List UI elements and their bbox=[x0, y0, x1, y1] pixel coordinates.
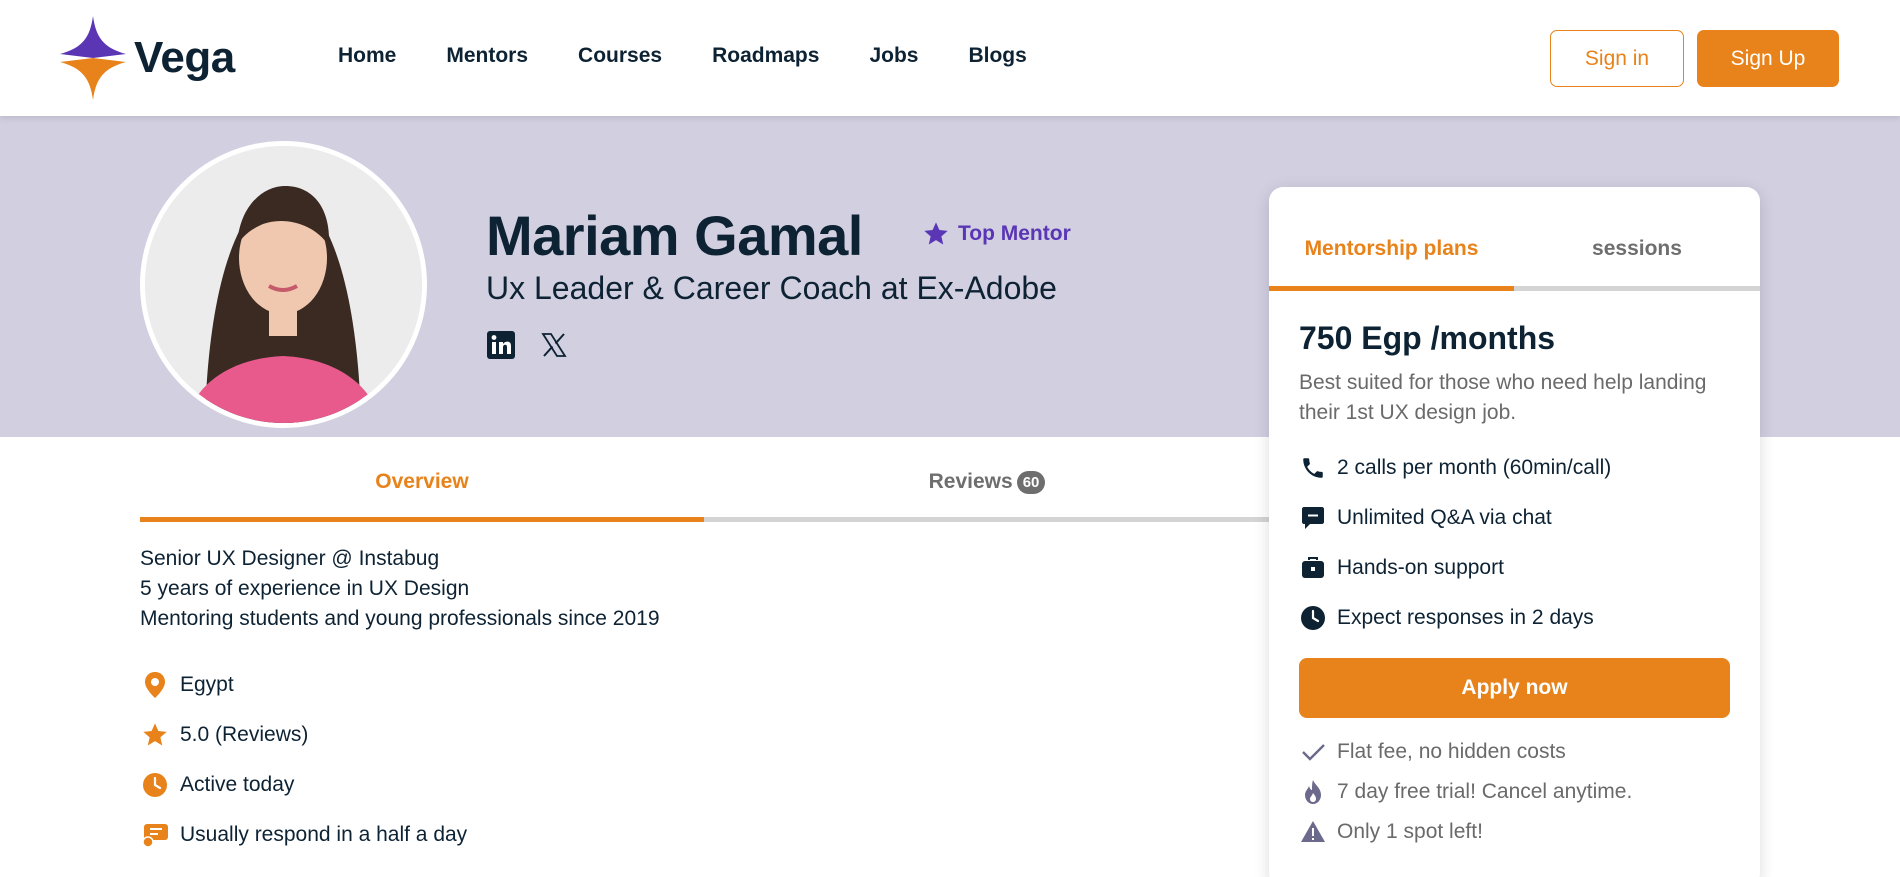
feature-item: Hands-on support bbox=[1299, 543, 1611, 593]
check-icon bbox=[1299, 738, 1327, 766]
bio-line: 5 years of experience in UX Design bbox=[140, 577, 470, 600]
fact-response: Usually respond in a half a day bbox=[140, 810, 467, 860]
feature-item: 2 calls per month (60min/call) bbox=[1299, 443, 1611, 493]
perk-item: Only 1 spot left! bbox=[1299, 812, 1632, 852]
fact-text: Active today bbox=[180, 773, 295, 796]
avatar-photo bbox=[145, 146, 422, 423]
plan-price: 750 Egp /months bbox=[1299, 320, 1556, 356]
briefcase-icon bbox=[1299, 554, 1327, 582]
tab-plans-label: Mentorship plans bbox=[1304, 237, 1479, 260]
top-navbar: Vega Home Mentors Courses Roadmaps Jobs … bbox=[0, 0, 1900, 116]
bio-line: Senior UX Designer @ Instabug bbox=[140, 547, 440, 570]
flame-icon bbox=[1299, 778, 1327, 806]
feature-item: Expect responses in 2 days bbox=[1299, 593, 1611, 643]
linkedin-icon[interactable] bbox=[486, 330, 516, 360]
feature-text: 2 calls per month (60min/call) bbox=[1337, 456, 1612, 479]
feature-text: Unlimited Q&A via chat bbox=[1337, 506, 1552, 529]
logo-star-icon bbox=[60, 16, 126, 100]
main-nav: Home Mentors Courses Roadmaps Jobs Blogs bbox=[338, 44, 1027, 68]
perk-text: Flat fee, no hidden costs bbox=[1337, 740, 1566, 763]
nav-jobs[interactable]: Jobs bbox=[869, 44, 918, 68]
plan-tabs: Mentorship plans sessions bbox=[1269, 227, 1760, 291]
feature-text: Hands-on support bbox=[1337, 556, 1504, 579]
x-icon[interactable] bbox=[540, 331, 568, 359]
nav-mentors[interactable]: Mentors bbox=[446, 44, 528, 68]
mentor-bio: Senior UX Designer @ Instabug 5 years of… bbox=[140, 544, 660, 634]
clock-icon bbox=[1299, 604, 1327, 632]
bio-line: Mentoring students and young professiona… bbox=[140, 607, 660, 630]
feature-item: Unlimited Q&A via chat bbox=[1299, 493, 1611, 543]
logo[interactable]: Vega bbox=[60, 16, 235, 100]
social-links bbox=[486, 330, 568, 360]
mentorship-plan-card: Mentorship plans sessions 750 Egp /month… bbox=[1269, 187, 1760, 877]
warning-icon bbox=[1299, 818, 1327, 846]
tab-sessions-label: sessions bbox=[1592, 237, 1682, 260]
fact-activity: Active today bbox=[140, 760, 467, 810]
perk-text: 7 day free trial! Cancel anytime. bbox=[1337, 780, 1633, 803]
phone-icon bbox=[1299, 454, 1327, 482]
tab-sessions[interactable]: sessions bbox=[1514, 227, 1760, 291]
brand-name: Vega bbox=[134, 33, 235, 82]
reviews-count-badge: 60 bbox=[1016, 471, 1046, 494]
feature-text: Expect responses in 2 days bbox=[1337, 606, 1594, 629]
fact-rating: 5.0 (Reviews) bbox=[140, 710, 467, 760]
plan-perks: Flat fee, no hidden costs 7 day free tri… bbox=[1299, 732, 1632, 852]
fact-text: 5.0 (Reviews) bbox=[180, 723, 309, 746]
location-pin-icon bbox=[140, 670, 170, 700]
perk-item: 7 day free trial! Cancel anytime. bbox=[1299, 772, 1632, 812]
profile-tabs: Overview Reviews 60 bbox=[140, 462, 1270, 522]
tab-overview[interactable]: Overview bbox=[140, 462, 704, 522]
nav-courses[interactable]: Courses bbox=[578, 44, 662, 68]
chat-icon bbox=[1299, 504, 1327, 532]
nav-blogs[interactable]: Blogs bbox=[968, 44, 1026, 68]
tab-reviews-label: Reviews bbox=[928, 470, 1013, 493]
top-mentor-badge: Top Mentor bbox=[922, 220, 1071, 248]
chat-reply-icon bbox=[140, 820, 170, 850]
badge-label: Top Mentor bbox=[958, 222, 1071, 245]
tab-reviews[interactable]: Reviews 60 bbox=[704, 462, 1270, 522]
apply-now-button[interactable]: Apply now bbox=[1299, 658, 1730, 718]
nav-roadmaps[interactable]: Roadmaps bbox=[712, 44, 819, 68]
nav-home[interactable]: Home bbox=[338, 44, 396, 68]
plan-features: 2 calls per month (60min/call) Unlimited… bbox=[1299, 443, 1611, 643]
sign-in-button[interactable]: Sign in bbox=[1550, 30, 1684, 87]
tab-mentorship-plans[interactable]: Mentorship plans bbox=[1269, 227, 1514, 291]
mentor-headline: Ux Leader & Career Coach at Ex-Adobe bbox=[486, 270, 1057, 306]
star-icon bbox=[140, 720, 170, 750]
fact-text: Usually respond in a half a day bbox=[180, 823, 468, 846]
star-icon bbox=[924, 222, 948, 245]
tab-overview-label: Overview bbox=[375, 470, 469, 493]
mentor-name: Mariam Gamal bbox=[486, 204, 863, 267]
perk-item: Flat fee, no hidden costs bbox=[1299, 732, 1632, 772]
avatar bbox=[140, 141, 427, 428]
fact-text: Egypt bbox=[180, 673, 234, 696]
sign-up-button[interactable]: Sign Up bbox=[1697, 30, 1839, 87]
fact-location: Egypt bbox=[140, 660, 467, 710]
plan-description: Best suited for those who need help land… bbox=[1299, 371, 1707, 424]
perk-text: Only 1 spot left! bbox=[1337, 820, 1483, 843]
clock-icon bbox=[140, 770, 170, 800]
mentor-facts: Egypt 5.0 (Reviews) Active today Usually… bbox=[140, 660, 467, 860]
